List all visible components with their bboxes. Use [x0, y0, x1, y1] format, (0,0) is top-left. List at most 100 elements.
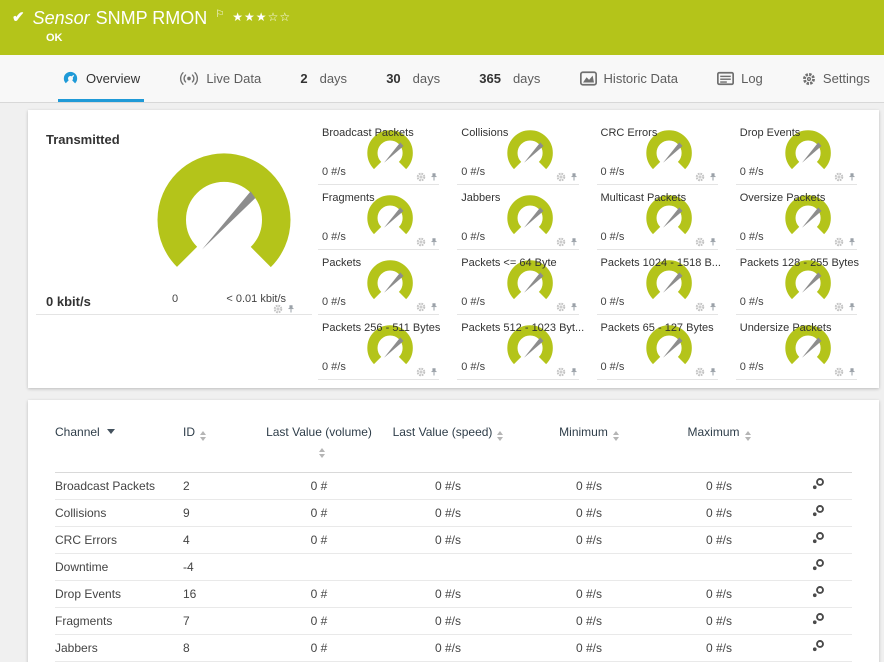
channel-settings-icon[interactable] — [811, 558, 825, 572]
tab-live-data-label: Live Data — [206, 71, 262, 86]
gauge-gear-icon[interactable] — [834, 172, 844, 182]
gauge-gear-icon[interactable] — [556, 172, 566, 182]
gauge-gear-icon[interactable] — [416, 237, 426, 247]
gauge-pin-icon[interactable] — [708, 172, 718, 182]
col-header-maximum[interactable]: Maximum — [655, 424, 783, 473]
channel-settings-icon[interactable] — [811, 585, 825, 599]
gauge-pin-icon[interactable] — [847, 237, 857, 247]
gauge-cell-packets[interactable]: Packets 0 #/s — [318, 250, 440, 315]
gauge-gear-icon[interactable] — [416, 302, 426, 312]
main-gauge-dial — [148, 142, 300, 294]
gauge-gear-icon[interactable] — [695, 367, 705, 377]
gauge-pin-icon[interactable] — [569, 302, 579, 312]
tab-2-days[interactable]: 2 days — [296, 55, 351, 102]
gauge-gear-icon[interactable] — [834, 367, 844, 377]
col-header-id[interactable]: ID — [183, 424, 265, 473]
channel-settings-icon[interactable] — [811, 612, 825, 626]
table-row-crc-errors: CRC Errors 4 0 # 0 #/s 0 #/s 0 #/s — [55, 526, 852, 554]
channel-settings-icon[interactable] — [811, 504, 825, 518]
gauge-dial — [505, 192, 557, 244]
tab-log[interactable]: Log — [713, 55, 767, 102]
gauge-cell-collisions[interactable]: Collisions 0 #/s — [457, 120, 579, 185]
gauge-cell-broadcast-packets[interactable]: Broadcast Packets 0 #/s — [318, 120, 440, 185]
gauge-pin-icon[interactable] — [429, 367, 439, 377]
gauge-gear-icon[interactable] — [416, 172, 426, 182]
gauge-gear-icon[interactable] — [695, 302, 705, 312]
channel-settings-icon[interactable] — [811, 639, 825, 653]
gauge-pin-icon[interactable] — [847, 172, 857, 182]
gauge-gear-icon[interactable] — [556, 302, 566, 312]
col-header-speed[interactable]: Last Value (speed) — [373, 424, 523, 473]
gauge-value: 0 #/s — [322, 296, 346, 308]
stars-filled: ★★★ — [232, 10, 268, 24]
gauge-gear-icon[interactable] — [273, 304, 283, 314]
tab-historic-data[interactable]: Historic Data — [576, 55, 682, 102]
gauge-title: Packets — [322, 257, 362, 269]
gauge-gear-icon[interactable] — [556, 237, 566, 247]
gauge-cell-crc-errors[interactable]: CRC Errors 0 #/s — [596, 120, 718, 185]
table-row-fragments: Fragments 7 0 # 0 #/s 0 #/s 0 #/s — [55, 607, 852, 635]
gauge-pin-icon[interactable] — [708, 367, 718, 377]
gauge-title: Fragments — [322, 192, 375, 204]
tab-live-data[interactable]: Live Data — [175, 55, 265, 102]
tab-365-days-unit: days — [512, 71, 541, 86]
tab-overview[interactable]: Overview — [58, 55, 144, 102]
flag-icon[interactable]: ⚐ — [215, 9, 224, 21]
cell-maximum: 0 #/s — [655, 499, 783, 527]
gauge-cell-fragments[interactable]: Fragments 0 #/s — [318, 185, 440, 250]
gear-icon — [802, 72, 816, 86]
tab-30-days[interactable]: 30 days — [382, 55, 444, 102]
cell-maximum: 0 #/s — [655, 607, 783, 635]
channel-settings-icon[interactable] — [811, 477, 825, 491]
gauge-gear-icon[interactable] — [416, 367, 426, 377]
gauge-pin-icon[interactable] — [286, 304, 296, 314]
col-header-id-label: ID — [183, 425, 195, 439]
gauge-cell-jabbers[interactable]: Jabbers 0 #/s — [457, 185, 579, 250]
tab-settings[interactable]: Settings — [798, 55, 874, 102]
gauge-pin-icon[interactable] — [847, 302, 857, 312]
gauge-pin-icon[interactable] — [429, 302, 439, 312]
gauge-cell-packets-1024-1518[interactable]: Packets 1024 - 1518 B... 0 #/s — [596, 250, 721, 315]
cell-minimum: 0 #/s — [523, 526, 655, 554]
gauge-value: 0 #/s — [322, 166, 346, 178]
gauge-gear-icon[interactable] — [834, 302, 844, 312]
col-header-speed-label: Last Value (speed) — [392, 425, 493, 439]
gauge-cell-packets-64[interactable]: Packets <= 64 Byte 0 #/s — [457, 250, 579, 315]
tab-30-days-number: 30 — [386, 71, 401, 86]
gauge-cell-packets-65-127[interactable]: Packets 65 - 127 Bytes 0 #/s — [596, 315, 718, 380]
sort-icons — [744, 431, 751, 441]
channel-settings-icon[interactable] — [811, 531, 825, 545]
gauge-pin-icon[interactable] — [847, 367, 857, 377]
col-header-channel[interactable]: Channel — [55, 424, 183, 473]
gauge-pin-icon[interactable] — [569, 172, 579, 182]
priority-stars[interactable]: ★★★☆☆ — [232, 10, 291, 24]
gauge-title: Collisions — [461, 127, 509, 139]
gauge-pin-icon[interactable] — [569, 367, 579, 377]
gauge-gear-icon[interactable] — [695, 172, 705, 182]
gauge-value: 0 #/s — [739, 166, 764, 178]
cell-channel: Jabbers — [55, 634, 183, 662]
tab-365-days[interactable]: 365 days — [475, 55, 544, 102]
main-gauge-cell-transmitted[interactable]: Transmitted 0 kbit/s 0 < 0.01 kbit/s — [36, 120, 312, 315]
gauge-gear-icon[interactable] — [556, 367, 566, 377]
cell-channel: CRC Errors — [55, 526, 183, 554]
gauge-cell-multicast-packets[interactable]: Multicast Packets 0 #/s — [596, 185, 718, 250]
gauge-cell-packets-256-511[interactable]: Packets 256 - 511 Bytes 0 #/s — [318, 315, 440, 380]
gauge-cell-undersize-packets[interactable]: Undersize Packets 0 #/s — [735, 315, 857, 380]
tab-historic-data-label: Historic Data — [603, 71, 678, 86]
gauge-gear-icon[interactable] — [834, 237, 844, 247]
gauge-pin-icon[interactable] — [708, 237, 718, 247]
col-header-minimum[interactable]: Minimum — [523, 424, 655, 473]
col-header-volume[interactable]: Last Value (volume) — [265, 424, 373, 473]
gauge-cell-packets-512-1023[interactable]: Packets 512 - 1023 Byt... 0 #/s — [457, 315, 584, 380]
gauge-gear-icon[interactable] — [695, 237, 705, 247]
gauge-value: 0 #/s — [600, 296, 625, 308]
gauge-title: Packets 1024 - 1518 B... — [600, 257, 721, 269]
gauge-pin-icon[interactable] — [569, 237, 579, 247]
gauge-cell-packets-128-255[interactable]: Packets 128 - 255 Bytes 0 #/s — [735, 250, 859, 315]
gauge-pin-icon[interactable] — [708, 302, 718, 312]
gauge-cell-drop-events[interactable]: Drop Events 0 #/s — [735, 120, 857, 185]
gauge-pin-icon[interactable] — [429, 172, 439, 182]
gauge-cell-oversize-packets[interactable]: Oversize Packets 0 #/s — [735, 185, 857, 250]
gauge-pin-icon[interactable] — [429, 237, 439, 247]
